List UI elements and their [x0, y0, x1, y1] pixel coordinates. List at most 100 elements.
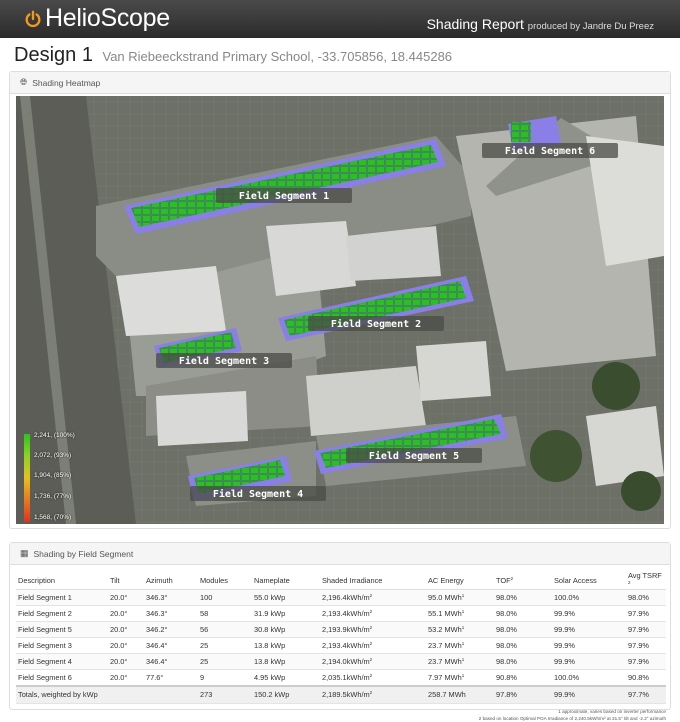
table-cell: 99.9%	[552, 621, 626, 638]
svg-text:Field Segment 1: Field Segment 1	[239, 190, 329, 202]
table-cell: 7.97 MWh1	[426, 669, 494, 686]
shading-table-panel: ▦ Shading by Field Segment Description T…	[9, 542, 671, 721]
column-header[interactable]: Azimuth	[144, 571, 198, 590]
column-header[interactable]: Solar Access	[552, 571, 626, 590]
table-cell: 97.9%	[626, 637, 666, 654]
column-header[interactable]: Shaded Irradiance	[320, 571, 426, 590]
table-cell: Field Segment 6	[16, 669, 108, 686]
table-cell: 58	[198, 605, 252, 622]
heatmap-map[interactable]: Field Segment 1 Field Segment 2 Field Se…	[16, 96, 664, 524]
design-location: Van Riebeeckstrand Primary School, -33.7…	[102, 49, 453, 64]
table-cell: 90.8%	[494, 669, 552, 686]
column-header[interactable]: Tilt	[108, 571, 144, 590]
tree	[621, 471, 661, 511]
column-header-tof[interactable]: TOF2	[494, 571, 552, 590]
table-cell: 31.9 kWp	[252, 605, 320, 622]
table-cell: 2,193.9kWh/m2	[320, 621, 426, 638]
table-cell: 23.7 MWh1	[426, 653, 494, 670]
page-title: Design 1 Van Riebeeckstrand Primary Scho…	[14, 44, 452, 67]
shading-table: Description Tilt Azimuth Modules Namepla…	[16, 571, 666, 704]
table-cell: 346.4°	[144, 637, 198, 654]
table-icon: ▦	[20, 548, 29, 558]
table-cell: 100	[198, 589, 252, 606]
table-cell: 97.7%	[626, 684, 666, 704]
table-cell: Totals, weighted by kWp	[16, 684, 108, 704]
table-cell: 4.95 kWp	[252, 669, 320, 686]
table-cell: 346.3°	[144, 589, 198, 606]
totals-row: Totals, weighted by kWp 273 150.2 kWp 2,…	[16, 684, 666, 704]
table-cell: 99.9%	[552, 653, 626, 670]
column-header[interactable]: Nameplate	[252, 571, 320, 590]
globe-icon: 🌐︎	[20, 77, 28, 87]
roof-white-5	[306, 366, 426, 436]
table-cell: 9	[198, 669, 252, 686]
segment-label-4: Field Segment 4	[190, 486, 326, 501]
table-row: Field Segment 6 20.0° 77.6° 9 4.95 kWp 2,035.…	[16, 669, 666, 686]
table-cell: 98.0%	[626, 589, 666, 606]
table-cell: 2,194.0kWh/m2	[320, 653, 426, 670]
table-cell: 100.0%	[552, 669, 626, 686]
report-title: Shading Report produced by Jandre Du Pre…	[427, 16, 654, 32]
column-header[interactable]: Description	[16, 571, 108, 590]
tree	[592, 362, 640, 410]
footnotes: 1 approximate, varies based on inverter …	[10, 704, 670, 722]
table-cell: 90.8%	[626, 669, 666, 686]
table-cell: 95.0 MWh1	[426, 589, 494, 606]
table-cell: Field Segment 3	[16, 637, 108, 654]
table-cell: 258.7 MWh	[426, 684, 494, 704]
table-cell: 55.0 kWp	[252, 589, 320, 606]
helioscope-logo[interactable]: HelioScope	[24, 4, 170, 33]
table-cell: 30.8 kWp	[252, 621, 320, 638]
roof-white-4	[156, 391, 248, 446]
table-cell: 13.8 kWp	[252, 637, 320, 654]
table-cell: 98.0%	[494, 589, 552, 606]
svg-text:Field Segment 2: Field Segment 2	[331, 318, 421, 330]
brand-name: HelioScope	[45, 4, 170, 32]
table-cell: 25	[198, 637, 252, 654]
table-panel-header: ▦ Shading by Field Segment	[10, 543, 670, 565]
table-cell: 20.0°	[108, 637, 144, 654]
top-bar: HelioScope Shading Report produced by Ja…	[0, 0, 680, 38]
legend-label: 1,568, (70%)	[34, 514, 72, 521]
legend-label: 2,241, (100%)	[34, 432, 75, 439]
segment-label-3: Field Segment 3	[156, 353, 292, 368]
table-cell: 273	[198, 684, 252, 704]
legend-color-bar	[24, 434, 30, 522]
table-cell: 20.0°	[108, 605, 144, 622]
table-cell: 98.0%	[494, 605, 552, 622]
table-cell: Field Segment 4	[16, 653, 108, 670]
table-cell: 98.0%	[494, 621, 552, 638]
table-cell: 97.9%	[626, 621, 666, 638]
table-cell: 77.6°	[144, 669, 198, 686]
table-cell: 20.0°	[108, 653, 144, 670]
segment-label-5: Field Segment 5	[346, 448, 482, 463]
report-title-text: Shading Report	[426, 16, 524, 32]
table-cell: 98.0%	[494, 653, 552, 670]
table-cell	[144, 684, 198, 704]
column-header[interactable]: Modules	[198, 571, 252, 590]
table-cell	[108, 684, 144, 704]
column-header[interactable]: AC Energy	[426, 571, 494, 590]
table-cell: 97.9%	[626, 653, 666, 670]
power-icon	[25, 10, 41, 27]
table-cell: 25	[198, 653, 252, 670]
table-cell: Field Segment 5	[16, 621, 108, 638]
roof-white-1	[266, 221, 356, 296]
table-cell: 346.3°	[144, 605, 198, 622]
table-cell: 53.2 MWh1	[426, 621, 494, 638]
table-cell: 150.2 kWp	[252, 684, 320, 704]
svg-text:Field Segment 3: Field Segment 3	[179, 355, 269, 367]
table-cell: 2,193.4kWh/m2	[320, 637, 426, 654]
table-row: Field Segment 2 20.0° 346.3° 58 31.9 kWp 2,19…	[16, 605, 666, 622]
footnote-2: 2 based on location Optimal POA Irradian…	[478, 716, 666, 721]
table-cell: 99.9%	[552, 605, 626, 622]
table-cell: Field Segment 2	[16, 605, 108, 622]
table-row: Field Segment 4 20.0° 346.4° 25 13.8 kWp 2,19…	[16, 653, 666, 670]
heatmap-panel-header: 🌐︎ Shading Heatmap	[10, 72, 670, 94]
table-cell: 99.9%	[552, 637, 626, 654]
segment-label-2: Field Segment 2	[308, 316, 444, 331]
table-cell: 346.4°	[144, 653, 198, 670]
design-name: Design 1	[14, 44, 93, 66]
column-header-tsrf[interactable]: Avg TSRF 2	[626, 571, 666, 590]
table-cell: 98.0%	[494, 637, 552, 654]
